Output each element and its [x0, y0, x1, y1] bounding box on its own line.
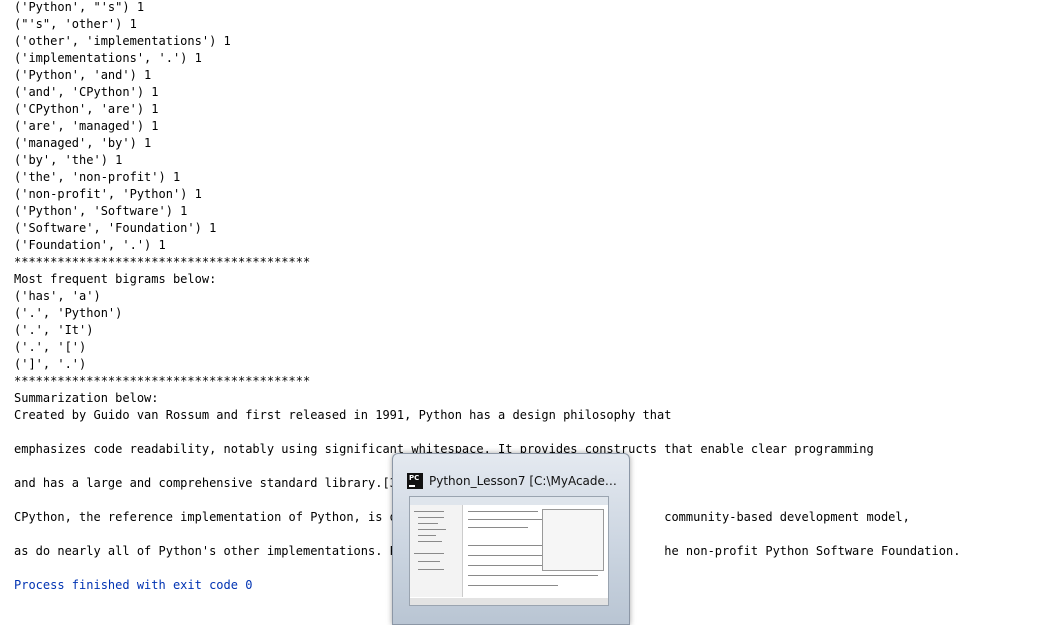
summary-line: and has a large and comprehensive standa… [14, 476, 405, 490]
console-line: ('by', 'the') 1 [14, 153, 123, 167]
console-line: ('Python', "'s") 1 [14, 0, 145, 14]
console-line: ('Python', 'and') 1 [14, 68, 152, 82]
console-line: ('and', 'CPython') 1 [14, 85, 159, 99]
console-line: ('non-profit', 'Python') 1 [14, 187, 202, 201]
console-line: ("'s", 'other') 1 [14, 17, 137, 31]
console-line: ('Python', 'Software') 1 [14, 204, 188, 218]
thumbnail-title-bar[interactable]: PC Python_Lesson7 [C:\MyAcadem... [407, 472, 617, 490]
window-preview-image[interactable] [409, 496, 609, 606]
console-line: ('Software', 'Foundation') 1 [14, 221, 217, 235]
pycharm-icon-text: PC [409, 474, 420, 482]
taskbar-thumbnail-popup[interactable]: PC Python_Lesson7 [C:\MyAcadem... [392, 453, 630, 625]
console-line: ('are', 'managed') 1 [14, 119, 159, 133]
console-line: ('.', 'Python') [14, 306, 123, 320]
summary-line: Created by Guido van Rossum and first re… [14, 408, 672, 422]
console-line: ('Foundation', '.') 1 [14, 238, 166, 252]
console-line: ('other', 'implementations') 1 [14, 34, 231, 48]
section-heading: Most frequent bigrams below: [14, 272, 217, 286]
console-line: ('managed', 'by') 1 [14, 136, 152, 150]
exit-status-line: Process finished with exit code 0 [14, 578, 253, 592]
console-line: ('CPython', 'are') 1 [14, 102, 159, 116]
separator-line: ****************************************… [14, 374, 311, 388]
console-line: ('.', '[') [14, 340, 87, 354]
thumbnail-window-title: Python_Lesson7 [C:\MyAcadem... [429, 474, 617, 488]
console-line: (']', '.') [14, 357, 87, 371]
console-line: ('the', 'non-profit') 1 [14, 170, 181, 184]
section-heading: Summarization below: [14, 391, 159, 405]
console-line: ('.', 'It') [14, 323, 94, 337]
pycharm-icon: PC [407, 473, 423, 489]
console-line: ('implementations', '.') 1 [14, 51, 202, 65]
console-line: ('has', 'a') [14, 289, 101, 303]
separator-line: ****************************************… [14, 255, 311, 269]
